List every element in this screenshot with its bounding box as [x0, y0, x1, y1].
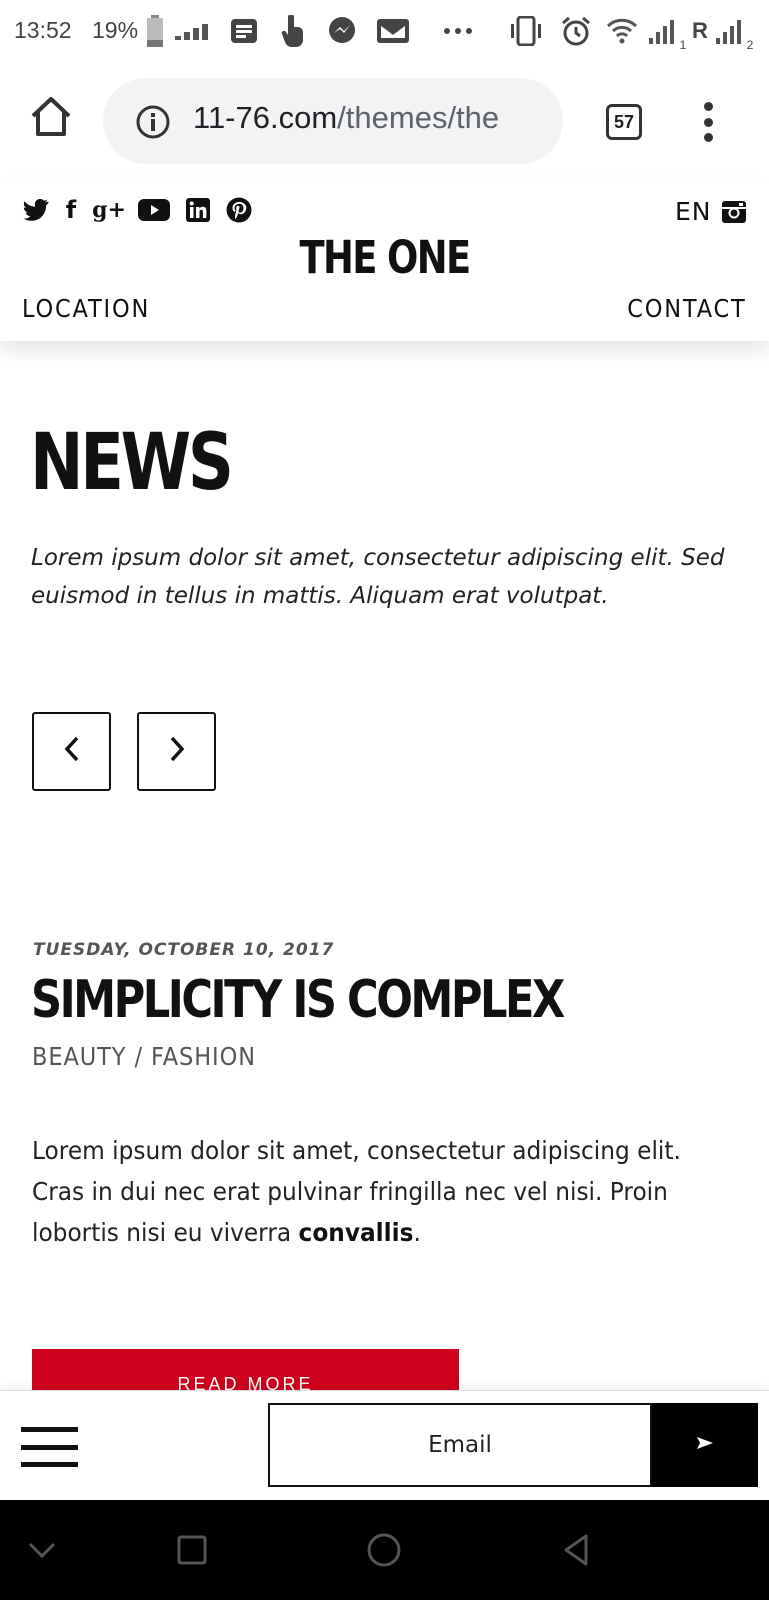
- data-icon: [174, 14, 210, 48]
- url-text[interactable]: 11-76.com/themes/the: [193, 100, 499, 136]
- browser-menu-icon[interactable]: [700, 102, 716, 142]
- post-excerpt-bold: convallis: [298, 1218, 414, 1247]
- send-button[interactable]: [652, 1403, 758, 1487]
- post-excerpt: Lorem ipsum dolor sit amet, consectetur …: [32, 1130, 683, 1253]
- chevron-right-icon: [167, 735, 187, 768]
- post-categories[interactable]: BEAUTY / FASHION: [32, 1042, 256, 1071]
- post-title[interactable]: SIMPLICITY IS COMPLEX: [31, 970, 565, 1030]
- status-bar: 13:52 19% 1 R 2: [0, 0, 769, 64]
- touch-icon: [279, 14, 307, 48]
- info-icon[interactable]: [135, 104, 171, 140]
- send-arrow-icon: [696, 1436, 714, 1455]
- messenger-icon: [327, 14, 357, 48]
- url-path: /themes/the: [337, 100, 500, 135]
- google-plus-icon[interactable]: g+: [92, 197, 126, 223]
- instagram-icon[interactable]: [722, 201, 746, 223]
- nav-contact[interactable]: CONTACT: [628, 294, 747, 323]
- browser-toolbar: 11-76.com/themes/the 57: [0, 64, 769, 181]
- battery-percent: 19%: [92, 17, 139, 43]
- next-button[interactable]: [137, 712, 216, 791]
- post-date: TUESDAY, OCTOBER 10, 2017: [33, 940, 335, 960]
- post-excerpt-end: .: [413, 1218, 421, 1247]
- facebook-icon[interactable]: f: [64, 196, 78, 224]
- more-icon: [443, 14, 473, 48]
- bottom-bar: Email: [0, 1390, 769, 1500]
- gmail-icon: [377, 14, 409, 48]
- twitter-icon[interactable]: [22, 197, 50, 223]
- section-title: NEWS: [30, 418, 234, 508]
- news-icon: [229, 14, 259, 48]
- youtube-icon[interactable]: [138, 197, 170, 223]
- sim2-label: 2: [746, 38, 754, 52]
- chevron-down-icon[interactable]: [22, 1530, 62, 1570]
- back-icon[interactable]: [557, 1530, 597, 1570]
- signal-1-icon: [648, 14, 678, 48]
- email-field[interactable]: Email: [268, 1403, 652, 1487]
- address-bar[interactable]: 11-76.com/themes/the: [103, 78, 563, 164]
- url-host: 11-76.com: [193, 100, 338, 135]
- sim1-label: 1: [679, 38, 687, 52]
- site-logo[interactable]: THE ONE: [69, 231, 700, 284]
- pinterest-icon[interactable]: [226, 197, 252, 223]
- status-time: 13:52: [14, 17, 72, 43]
- linkedin-icon[interactable]: [186, 197, 210, 223]
- roaming-indicator: R: [692, 18, 708, 43]
- home-icon[interactable]: [28, 94, 74, 140]
- section-intro: Lorem ipsum dolor sit amet, consectetur …: [31, 545, 725, 609]
- language-switcher[interactable]: EN: [675, 197, 712, 226]
- alarm-icon: [560, 14, 592, 48]
- wifi-icon: [606, 14, 638, 48]
- nav-location[interactable]: LOCATION: [22, 294, 150, 323]
- signal-2-icon: [716, 14, 744, 48]
- home-circle-icon[interactable]: [364, 1530, 404, 1570]
- tab-switcher-button[interactable]: 57: [606, 104, 642, 140]
- hamburger-menu-icon[interactable]: [21, 1427, 78, 1467]
- chevron-left-icon: [62, 735, 82, 768]
- site-header: f g+ EN THE ONE LOCATION CONTACT: [0, 181, 769, 341]
- android-navigation-bar: [0, 1500, 769, 1600]
- previous-button[interactable]: [32, 712, 111, 791]
- vibrate-icon: [508, 14, 544, 48]
- battery-icon: [147, 14, 163, 48]
- recents-icon[interactable]: [172, 1530, 212, 1570]
